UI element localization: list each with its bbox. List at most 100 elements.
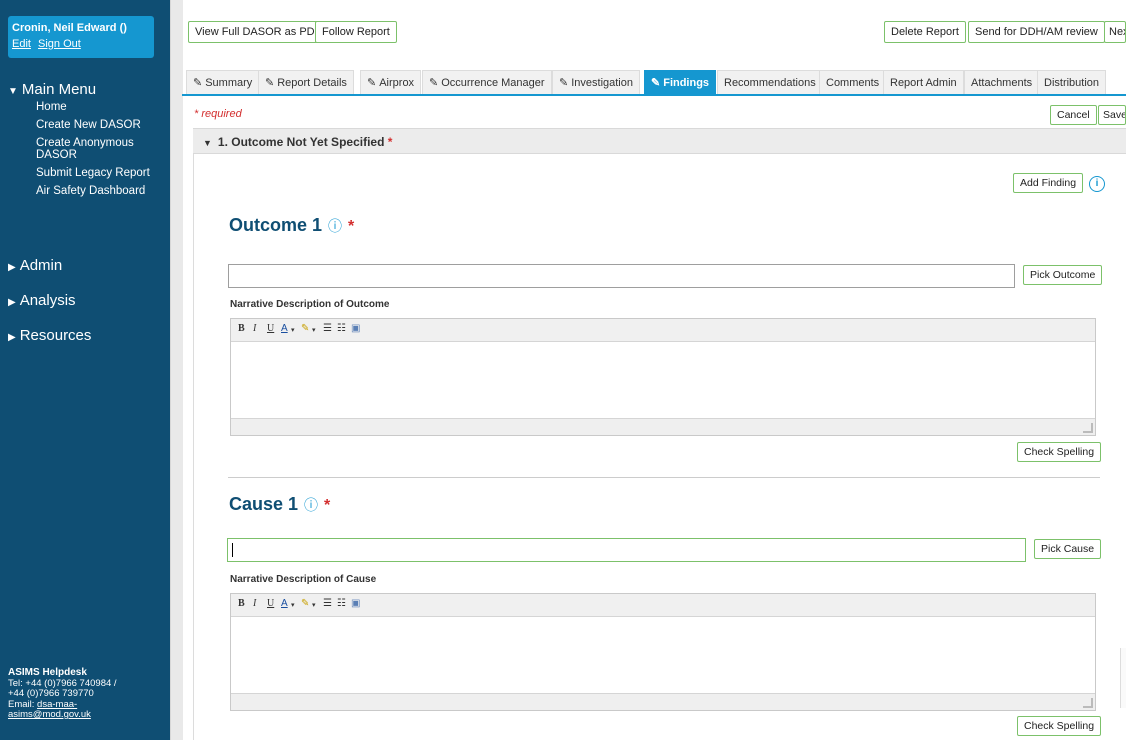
- check-spelling-button[interactable]: Check Spelling: [1017, 716, 1102, 736]
- editor-footer: [231, 418, 1095, 435]
- dropdown-arrow-icon[interactable]: ▾: [291, 601, 295, 609]
- dropdown-arrow-icon[interactable]: ▾: [312, 601, 316, 609]
- tab-attachments[interactable]: Attachments: [964, 70, 1040, 94]
- underline-icon[interactable]: U: [267, 323, 274, 334]
- main-menu-toggle[interactable]: ▼ Main Menu: [8, 81, 96, 98]
- editor-toolbar: B I U A ▾ ✎ ▾ ☰ ☷ ▣: [231, 319, 1095, 342]
- caret-right-icon: ▶: [8, 297, 16, 308]
- helpdesk-email-link-part2[interactable]: asims@mod.gov.uk: [8, 709, 168, 721]
- nav-item-home[interactable]: Home: [36, 101, 166, 113]
- user-name: Cronin, Neil Edward (): [12, 22, 127, 34]
- tab-summary[interactable]: ✎ Summary: [186, 70, 260, 94]
- bullet-list-icon[interactable]: ☰: [323, 323, 332, 334]
- helpdesk-title: ASIMS Helpdesk: [8, 667, 87, 678]
- tab-label: Report Admin: [890, 77, 957, 89]
- resize-handle-icon[interactable]: [1083, 423, 1093, 433]
- info-icon[interactable]: ⓘ: [304, 497, 318, 513]
- sidebar: Cronin, Neil Edward () Edit Sign Out ▼ Ma…: [0, 0, 170, 740]
- numbered-list-icon[interactable]: ☷: [337, 323, 346, 334]
- resize-handle-icon[interactable]: [1083, 698, 1093, 708]
- edit-icon: ✎: [193, 77, 203, 89]
- font-color-icon[interactable]: A: [281, 323, 288, 334]
- italic-icon[interactable]: I: [253, 598, 256, 609]
- outcome-narrative-editor[interactable]: B I U A ▾ ✎ ▾ ☰ ☷ ▣: [230, 318, 1096, 436]
- highlight-icon[interactable]: ✎: [301, 323, 309, 334]
- finding-section-header[interactable]: ▼ 1. Outcome Not Yet Specified *: [193, 128, 1126, 154]
- section-title-row: ▼ 1. Outcome Not Yet Specified *: [203, 135, 392, 149]
- outcome-heading: Outcome 1 ⓘ *: [229, 215, 354, 236]
- check-spelling-button[interactable]: Check Spelling: [1017, 442, 1102, 462]
- tab-comments[interactable]: Comments: [819, 70, 887, 94]
- tab-report-details[interactable]: ✎ Report Details: [258, 70, 354, 94]
- nav-item-air-safety-dashboard[interactable]: Air Safety Dashboard: [36, 185, 166, 197]
- view-pdf-button[interactable]: View Full DASOR as PDF: [188, 21, 329, 43]
- analysis-menu-toggle[interactable]: ▶ Analysis: [8, 292, 76, 309]
- collapse-caret-icon: ▼: [203, 138, 212, 148]
- cancel-button[interactable]: Cancel: [1050, 105, 1097, 125]
- cause-input[interactable]: [227, 538, 1026, 562]
- save-button[interactable]: Save: [1098, 105, 1126, 125]
- sidebar-splitter: [170, 0, 183, 740]
- bold-icon[interactable]: B: [238, 323, 245, 334]
- add-finding-button[interactable]: Add Finding: [1013, 173, 1084, 193]
- tab-label: Comments: [826, 77, 880, 89]
- italic-icon[interactable]: I: [253, 323, 256, 334]
- required-note: * required: [194, 108, 242, 120]
- edit-profile-link[interactable]: Edit: [12, 38, 31, 50]
- outcome-input[interactable]: [228, 264, 1015, 288]
- dropdown-arrow-icon[interactable]: ▾: [312, 326, 316, 334]
- tab-distribution[interactable]: Distribution: [1037, 70, 1107, 94]
- tab-label: Attachments: [971, 77, 1033, 89]
- tab-label: Findings: [663, 77, 710, 89]
- cause-narrative-editor[interactable]: B I U A ▾ ✎ ▾ ☰ ☷ ▣: [230, 593, 1096, 711]
- resources-menu-toggle[interactable]: ▶ Resources: [8, 327, 91, 344]
- editor-toolbar: B I U A ▾ ✎ ▾ ☰ ☷ ▣: [231, 594, 1095, 617]
- dropdown-arrow-icon[interactable]: ▾: [291, 326, 295, 334]
- admin-menu-toggle[interactable]: ▶ Admin: [8, 257, 62, 274]
- nav-item-submit-legacy-report[interactable]: Submit Legacy Report: [36, 167, 166, 179]
- tab-label: Investigation: [571, 77, 633, 89]
- scrollbar[interactable]: [1120, 648, 1126, 708]
- delete-report-button[interactable]: Delete Report: [884, 21, 966, 43]
- pick-outcome-button[interactable]: Pick Outcome: [1023, 265, 1103, 285]
- caret-right-icon: ▶: [8, 332, 16, 343]
- helpdesk-email-link-part1[interactable]: dsa-maa-: [37, 699, 77, 710]
- cause-heading: Cause 1 ⓘ *: [229, 494, 330, 515]
- tab-label: Distribution: [1044, 77, 1100, 89]
- required-star: *: [348, 218, 355, 235]
- tab-label: Recommendations: [724, 77, 816, 89]
- info-icon[interactable]: i: [1089, 176, 1105, 192]
- numbered-list-icon[interactable]: ☷: [337, 598, 346, 609]
- required-star: *: [387, 135, 393, 149]
- tab-occurrence-manager[interactable]: ✎ Occurrence Manager: [422, 70, 552, 94]
- section-title: 1. Outcome Not Yet Specified: [217, 135, 385, 149]
- bold-icon[interactable]: B: [238, 598, 245, 609]
- send-review-button[interactable]: Send for DDH/AM review: [968, 21, 1105, 43]
- font-color-icon[interactable]: A: [281, 598, 288, 609]
- nav-item-create-dasor[interactable]: Create New DASOR: [36, 119, 166, 131]
- bullet-list-icon[interactable]: ☰: [323, 598, 332, 609]
- nav-item-create-anonymous-dasor[interactable]: Create Anonymous DASOR: [36, 137, 166, 161]
- outcome-heading-text: Outcome 1: [229, 215, 323, 235]
- info-icon[interactable]: ⓘ: [328, 218, 342, 234]
- highlight-icon[interactable]: ✎: [301, 598, 309, 609]
- underline-icon[interactable]: U: [267, 598, 274, 609]
- sign-out-link[interactable]: Sign Out: [38, 38, 81, 50]
- text-cursor: [232, 543, 233, 557]
- follow-report-button[interactable]: Follow Report: [315, 21, 397, 43]
- helpdesk-email-label: Email:: [8, 698, 38, 710]
- report-tabs: ✎ Summary ✎ Report Details ✎ Airprox ✎ Occur…: [182, 70, 1126, 96]
- tab-report-admin[interactable]: Report Admin: [883, 70, 964, 94]
- tab-recommendations[interactable]: Recommendations: [717, 70, 823, 94]
- tab-investigation[interactable]: ✎ Investigation: [552, 70, 640, 94]
- resources-menu-label: Resources: [19, 327, 92, 344]
- paste-icon[interactable]: ▣: [351, 598, 360, 609]
- tab-airprox[interactable]: ✎ Airprox: [360, 70, 422, 94]
- tab-findings[interactable]: ✎ Findings: [644, 70, 717, 94]
- paste-icon[interactable]: ▣: [351, 323, 360, 334]
- user-box: Cronin, Neil Edward () Edit Sign Out: [8, 16, 154, 58]
- next-button[interactable]: Next: [1104, 21, 1126, 43]
- outcome-narrative-label: Narrative Description of Outcome: [230, 299, 390, 310]
- pick-cause-button[interactable]: Pick Cause: [1034, 539, 1102, 559]
- edit-icon: ✎: [429, 77, 439, 89]
